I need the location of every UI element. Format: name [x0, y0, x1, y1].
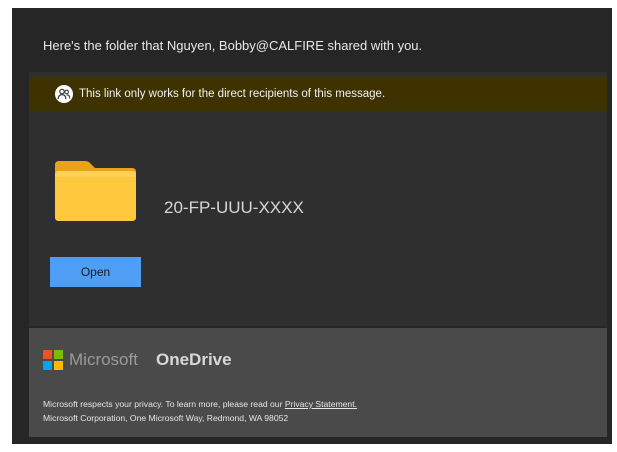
- recipients-notice-text: This link only works for the direct reci…: [79, 88, 386, 100]
- folder-name[interactable]: 20-FP-UUU-XXXX: [164, 198, 304, 218]
- people-icon: [55, 85, 73, 103]
- microsoft-logo-icon: [43, 350, 63, 370]
- recipients-notice-bar: This link only works for the direct reci…: [29, 77, 607, 111]
- onedrive-footer: Microsoft OneDrive Microsoft respects yo…: [29, 328, 607, 437]
- email-body: Here's the folder that Nguyen, Bobby@CAL…: [12, 8, 612, 444]
- share-message: Here's the folder that Nguyen, Bobby@CAL…: [43, 38, 423, 53]
- privacy-notice: Microsoft respects your privacy. To lear…: [43, 399, 357, 409]
- company-address: Microsoft Corporation, One Microsoft Way…: [43, 413, 289, 423]
- brand-company: Microsoft: [69, 350, 138, 369]
- open-button[interactable]: Open: [50, 257, 141, 287]
- privacy-statement-link[interactable]: Privacy Statement.: [285, 399, 357, 409]
- folder-icon[interactable]: [55, 161, 136, 221]
- shared-item-card: This link only works for the direct reci…: [29, 72, 607, 326]
- privacy-prefix: Microsoft respects your privacy. To lear…: [43, 399, 285, 409]
- brand-product: OneDrive: [156, 350, 232, 369]
